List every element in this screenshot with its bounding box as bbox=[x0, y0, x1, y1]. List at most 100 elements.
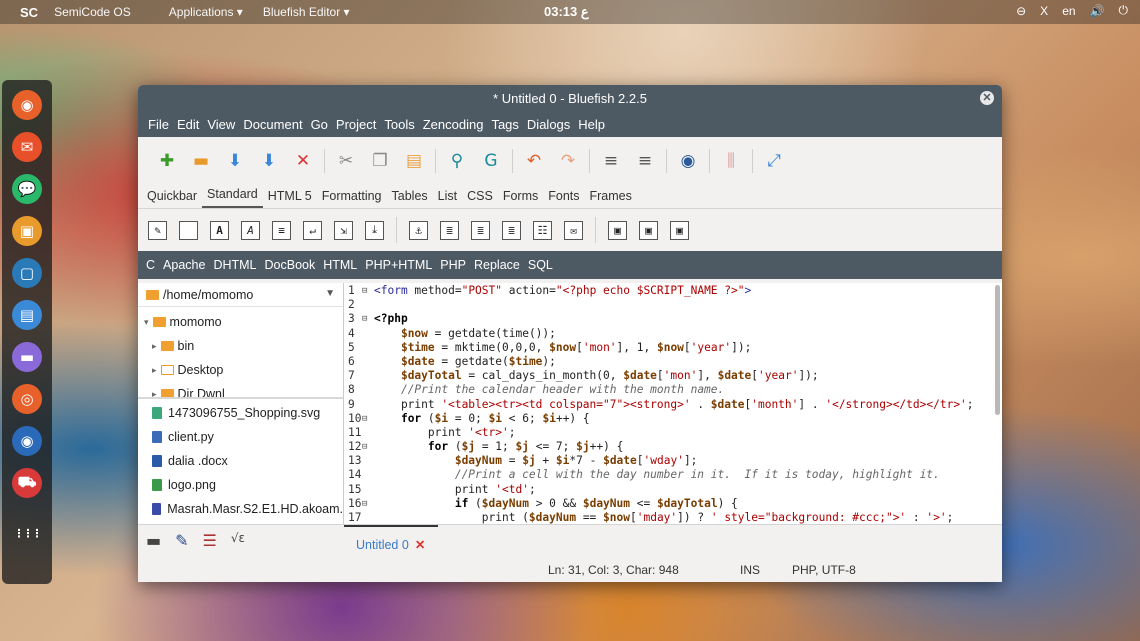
file-item[interactable]: 1473096755_Shopping.svg bbox=[138, 401, 343, 425]
indent-icon[interactable]: ≡ bbox=[594, 147, 628, 175]
applications-menu[interactable]: Applications ▾ bbox=[159, 5, 253, 19]
expand-arrow-icon[interactable]: ▾ bbox=[144, 317, 149, 328]
indicator-item[interactable]: X bbox=[1040, 4, 1048, 18]
indicator-item[interactable]: 🔊 bbox=[1090, 4, 1105, 18]
fold-toggle-icon[interactable]: ⊟ bbox=[362, 412, 374, 426]
menu-document[interactable]: Document bbox=[239, 117, 306, 132]
menu-edit[interactable]: Edit bbox=[173, 117, 203, 132]
image-icon[interactable]: ▣ bbox=[608, 220, 627, 240]
apps-grid-icon[interactable]: ⋮⋮⋮ bbox=[12, 518, 43, 548]
cut-icon[interactable]: ✂ bbox=[329, 147, 363, 175]
collapse-arrow-icon[interactable]: ▸ bbox=[152, 341, 157, 352]
hr-icon[interactable]: ≣ bbox=[440, 220, 459, 240]
tab-html-5[interactable]: HTML 5 bbox=[263, 189, 317, 208]
firefox-icon[interactable]: ◉ bbox=[12, 90, 42, 120]
menu-project[interactable]: Project bbox=[332, 117, 380, 132]
titlebar[interactable]: * Untitled 0 - Bluefish 2.2.5 ✕ bbox=[138, 85, 1002, 111]
redo-icon[interactable]: ↷ bbox=[551, 147, 585, 175]
snippet-php[interactable]: PHP bbox=[436, 258, 470, 272]
chat-icon[interactable]: 💬 bbox=[12, 174, 42, 204]
tab-fonts[interactable]: Fonts bbox=[543, 189, 584, 208]
chevron-down-icon[interactable]: ▼ bbox=[325, 288, 335, 299]
snippet-dhtml[interactable]: DHTML bbox=[209, 258, 260, 272]
snippet-docbook[interactable]: DocBook bbox=[261, 258, 320, 272]
fold-toggle-icon[interactable]: ⊟ bbox=[362, 284, 374, 298]
path-combo[interactable]: /home/momomo ▼ bbox=[138, 283, 343, 307]
file-item[interactable]: client.py bbox=[138, 425, 343, 449]
folder-icon[interactable]: ▬ bbox=[12, 342, 42, 372]
bookmark-icon[interactable]: ✎ bbox=[175, 531, 188, 550]
tab-standard[interactable]: Standard bbox=[202, 187, 263, 208]
preview-icon[interactable]: ◉ bbox=[671, 147, 705, 175]
center-icon[interactable]: ≣ bbox=[471, 220, 490, 240]
menu-dialogs[interactable]: Dialogs bbox=[523, 117, 574, 132]
store-icon[interactable]: ⛟ bbox=[12, 468, 42, 498]
options-icon[interactable]: ⫼ bbox=[714, 147, 748, 175]
snippet-sql[interactable]: SQL bbox=[524, 258, 557, 272]
media-icon[interactable]: ◉ bbox=[12, 426, 42, 456]
close-tab-icon[interactable]: ✕ bbox=[415, 538, 425, 552]
menu-tags[interactable]: Tags bbox=[487, 117, 522, 132]
file-item[interactable]: Masrah.Masr.S2.E1.HD.akoam. bbox=[138, 497, 343, 521]
mail-icon[interactable]: ✉ bbox=[12, 132, 42, 162]
tab-list[interactable]: List bbox=[433, 189, 462, 208]
menu-view[interactable]: View bbox=[203, 117, 239, 132]
tab-frames[interactable]: Frames bbox=[585, 189, 637, 208]
menu-tools[interactable]: Tools bbox=[380, 117, 418, 132]
save-icon[interactable]: ⬇ bbox=[218, 147, 252, 175]
find-icon[interactable]: ⚲ bbox=[440, 147, 474, 175]
char-map-icon[interactable]: √ε bbox=[231, 531, 245, 550]
code-editor[interactable]: 1 ⊟ <form method="POST" action="<?php echo… bbox=[344, 283, 1002, 524]
menu-file[interactable]: File bbox=[144, 117, 173, 132]
insert-mode[interactable]: INS bbox=[740, 563, 760, 577]
anchor-icon[interactable]: ⚓ bbox=[409, 220, 428, 240]
snippet-html[interactable]: HTML bbox=[319, 258, 361, 272]
tree-item[interactable]: ▸ Desktop bbox=[138, 358, 343, 382]
disk-icon[interactable]: ▣ bbox=[12, 216, 42, 246]
multi-thumbnail-icon[interactable]: ▣ bbox=[670, 220, 689, 240]
tab-forms[interactable]: Forms bbox=[498, 189, 543, 208]
fold-toggle-icon[interactable]: ⊟ bbox=[362, 440, 374, 454]
fullscreen-icon[interactable]: ⤢ bbox=[757, 147, 791, 175]
fold-toggle-icon[interactable]: ⊟ bbox=[362, 497, 374, 511]
menu-zencoding[interactable]: Zencoding bbox=[419, 117, 488, 132]
file-item[interactable]: dalia .docx bbox=[138, 449, 343, 473]
os-logo[interactable]: SC bbox=[0, 5, 44, 20]
quickstart-icon[interactable]: ✎ bbox=[148, 220, 167, 240]
menu-help[interactable]: Help bbox=[574, 117, 609, 132]
indicator-item[interactable]: en bbox=[1062, 4, 1075, 18]
bold-icon[interactable]: A bbox=[210, 220, 229, 240]
document-tab[interactable]: Untitled 0 ✕ bbox=[356, 537, 425, 552]
italic-icon[interactable]: A bbox=[241, 220, 260, 240]
snippet-c[interactable]: C bbox=[142, 258, 159, 272]
paste-icon[interactable]: ▤ bbox=[397, 147, 431, 175]
snippet-phpplushtml[interactable]: PHP+HTML bbox=[361, 258, 436, 272]
file-list-icon[interactable]: ☰ bbox=[203, 531, 217, 550]
collapse-arrow-icon[interactable]: ▸ bbox=[152, 389, 157, 398]
indicator-item[interactable]: ⏻ bbox=[1119, 3, 1129, 18]
comment-icon[interactable]: ☷ bbox=[533, 220, 552, 240]
editor-scrollbar[interactable] bbox=[995, 285, 1000, 415]
help-icon[interactable]: ◎ bbox=[12, 384, 42, 414]
snippet-replace[interactable]: Replace bbox=[470, 258, 524, 272]
box-icon[interactable]: ▢ bbox=[12, 258, 42, 288]
save-as-icon[interactable]: ⬇ bbox=[252, 147, 286, 175]
menu-go[interactable]: Go bbox=[307, 117, 332, 132]
open-icon[interactable]: ▬ bbox=[184, 147, 218, 175]
body-icon[interactable] bbox=[179, 220, 198, 240]
window-close-button[interactable]: ✕ bbox=[980, 91, 994, 105]
new-icon[interactable]: ✚ bbox=[150, 147, 184, 175]
indicator-item[interactable]: ⊖ bbox=[1016, 4, 1026, 18]
tree-item[interactable]: ▸ bin bbox=[138, 334, 343, 358]
collapse-arrow-icon[interactable]: ▸ bbox=[152, 365, 157, 376]
copy-icon[interactable]: ❐ bbox=[363, 147, 397, 175]
close-icon[interactable]: ✕ bbox=[286, 147, 320, 175]
folder-open-icon[interactable]: ▬ bbox=[146, 531, 161, 550]
clock[interactable]: 03:13 ع bbox=[544, 4, 589, 20]
notes-icon[interactable]: ▤ bbox=[12, 300, 42, 330]
file-item[interactable]: logo.png bbox=[138, 473, 343, 497]
fold-toggle-icon[interactable]: ⊟ bbox=[362, 312, 374, 326]
tab-formatting[interactable]: Formatting bbox=[317, 189, 387, 208]
replace-icon[interactable]: G bbox=[474, 147, 508, 175]
tab-quickbar[interactable]: Quickbar bbox=[142, 189, 202, 208]
